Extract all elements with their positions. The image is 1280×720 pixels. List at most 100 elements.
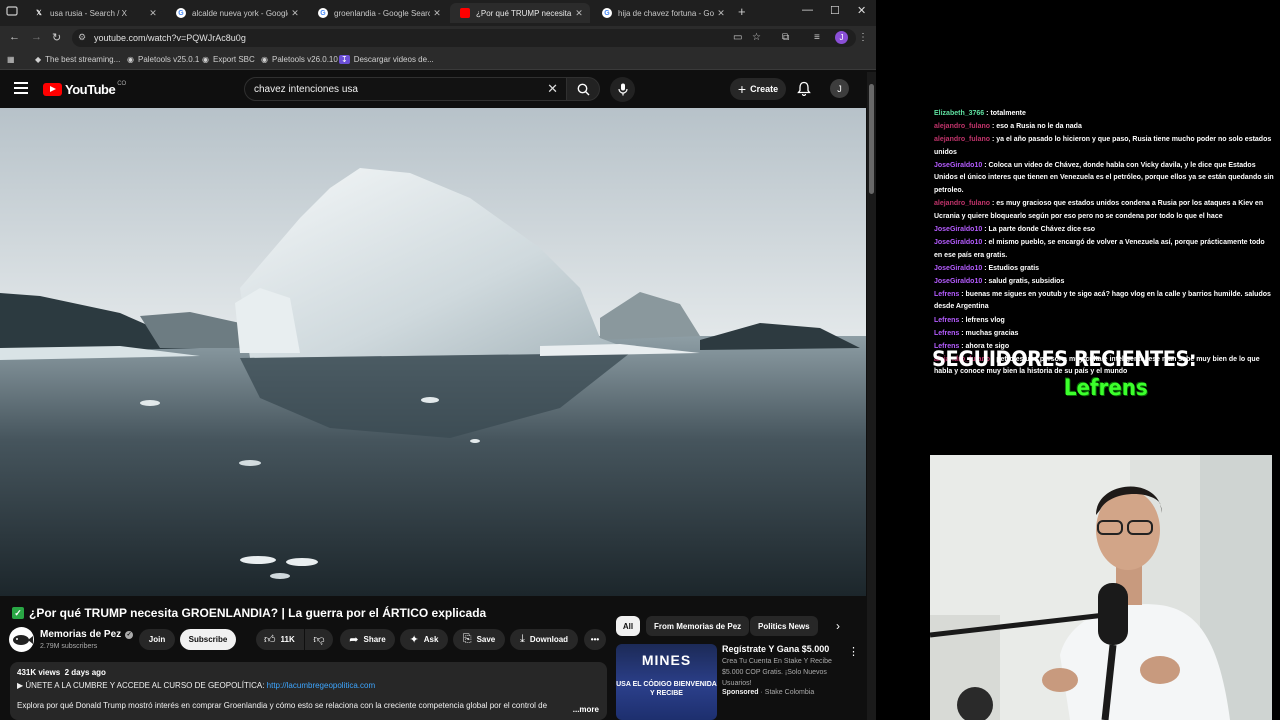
chevron-right-icon[interactable]: › (836, 619, 840, 633)
channel-avatar[interactable] (9, 627, 34, 652)
ad-menu-icon[interactable]: ⋮ (848, 645, 859, 658)
tab-alcalde-nueva-york[interactable]: G alcalde nueva york - Google Se ✕ (166, 3, 306, 23)
tab-usa-rusia[interactable]: 𝕏 usa rusia - Search / X ✕ (24, 3, 164, 23)
channel-name[interactable]: Memorias de Pez ✓ (40, 629, 134, 640)
ad-description: Crea Tu Cuenta En Stake Y Recibe $5.000 … (722, 658, 832, 687)
bookmarks-bar: ▦ ◆ The best streaming... ◉ Paletools v25.… (0, 50, 876, 70)
tab-youtube-video[interactable]: ¿Por qué TRUMP necesita G ✕ (450, 3, 590, 23)
create-button[interactable]: + Create (730, 78, 786, 100)
chip-all[interactable]: All (616, 616, 640, 636)
close-tab-icon[interactable]: ✕ (714, 8, 728, 19)
video-frame-iceberg (0, 108, 866, 596)
close-tab-icon[interactable]: ✕ (146, 8, 160, 19)
ad-sponsor: Sponsored · Stake Colombia (722, 689, 815, 696)
bookmark-streaming[interactable]: ◆ The best streaming... (35, 55, 120, 64)
ad-title[interactable]: Regístrate Y Gana $5.000 (722, 644, 829, 654)
profile-avatar[interactable]: J (835, 31, 848, 44)
chat-message: Elizabeth_3766 : totalmente (934, 108, 1274, 121)
ask-button[interactable]: ✦ Ask (400, 629, 448, 650)
page-scrollbar[interactable] (867, 72, 876, 720)
search-input[interactable]: chavez intenciones usa ✕ (244, 77, 566, 101)
address-toolbar: ← → ↻ ⚙ youtube.com/watch?v=PQWJrAc8u0g … (0, 26, 876, 50)
video-title: ✓ ¿Por qué TRUMP necesita GROENLANDIA? |… (12, 606, 486, 620)
close-tab-icon[interactable]: ✕ (288, 8, 302, 19)
site-info-icon[interactable]: ⚙ (78, 32, 86, 43)
subscribe-button[interactable]: Subscribe (180, 629, 236, 650)
tab-groenlandia[interactable]: G groenlandia - Google Search ✕ (308, 3, 448, 23)
thumbs-down-icon: 👎︎ (313, 634, 325, 646)
chip-politics-news[interactable]: Politics News (750, 616, 818, 636)
cast-icon[interactable]: ▭ (733, 32, 742, 43)
extensions-icon[interactable]: ⧉ (782, 32, 789, 43)
chat-text: Estudios gratis (988, 264, 1040, 272)
chat-username: JoseGiraldo10 (934, 161, 983, 169)
join-button[interactable]: Join (139, 629, 175, 650)
forward-icon[interactable]: → (31, 31, 42, 43)
dislike-button[interactable]: 👎︎ (305, 629, 333, 650)
chat-username: alejandro_fulano (934, 123, 991, 131)
minimize-icon[interactable]: — (802, 4, 813, 16)
more-horizontal-icon: ••• (590, 635, 600, 644)
close-window-icon[interactable]: ✕ (857, 4, 866, 17)
webcam-feed (930, 455, 1272, 720)
chat-username: JoseGiraldo10 (934, 264, 983, 272)
bookmark-export-sbc[interactable]: ◉ Export SBC (202, 55, 255, 64)
close-tab-icon[interactable]: ✕ (572, 8, 586, 19)
new-tab-icon[interactable]: + (738, 4, 746, 19)
download-button[interactable]: ⤓ Download (510, 629, 578, 650)
ad-thumbnail[interactable]: MINES USA EL CÓDIGO BIENVENIDA Y RECIBE (616, 644, 717, 720)
video-description[interactable]: 431K views 2 days ago ▶ ÚNETE A LA CUMBR… (10, 662, 607, 720)
plus-icon: + (737, 81, 747, 97)
clear-search-icon[interactable]: ✕ (547, 81, 558, 97)
description-link[interactable]: http://lacumbregeopolitica.com (267, 681, 376, 690)
streamer-camera-image (930, 455, 1272, 720)
chat-message: JoseGiraldo10 : salud gratis, subsidios (934, 276, 1274, 289)
chat-username: Lefrens (934, 329, 960, 337)
download-app-icon: ↧ (339, 55, 350, 64)
apps-grid-icon[interactable]: ▦ (7, 55, 15, 64)
bookmark-paletools-26[interactable]: ◉ Paletools v26.0.10 (261, 55, 338, 64)
bookmark-paletools-25[interactable]: ◉ Paletools v25.0.1 (127, 55, 199, 64)
download-icon: ⤓ (519, 633, 525, 645)
youtube-icon (460, 8, 470, 18)
video-player[interactable] (0, 108, 866, 596)
fish-logo-icon (13, 635, 33, 645)
save-button[interactable]: ⎘ Save (453, 629, 505, 650)
bookmark-descargar-videos[interactable]: ↧ Descargar videos de... (339, 55, 434, 64)
recent-followers-title: SEGUIDORES RECIENTES: (932, 347, 1197, 371)
search-button[interactable] (566, 77, 600, 101)
back-icon[interactable]: ← (9, 31, 20, 43)
share-button[interactable]: ➦ Share (340, 629, 395, 650)
account-avatar[interactable]: J (830, 79, 849, 98)
reading-list-icon[interactable]: ≡ (814, 32, 820, 43)
tab-search-icon[interactable] (6, 5, 18, 20)
voice-search-button[interactable] (610, 77, 635, 102)
chat-message: alejandro_fulano : eso a Rusia no le da … (934, 121, 1274, 134)
tab-bar: 𝕏 usa rusia - Search / X ✕ G alcalde nue… (0, 0, 876, 26)
globe-icon: ◉ (202, 55, 209, 64)
close-tab-icon[interactable]: ✕ (430, 8, 444, 19)
bookmark-save-icon: ⎘ (462, 633, 472, 645)
browser-window: 𝕏 usa rusia - Search / X ✕ G alcalde nue… (0, 0, 876, 720)
sparkle-icon: ✦ (409, 634, 419, 646)
chat-message: alejandro_fulano : es muy gracioso que e… (934, 198, 1274, 223)
subscriber-count: 2.79M subscribers (40, 643, 98, 650)
chat-message: JoseGiraldo10 : La parte donde Chávez di… (934, 224, 1274, 237)
search-icon (577, 83, 589, 95)
x-icon: 𝕏 (36, 10, 42, 17)
chat-username: JoseGiraldo10 (934, 238, 983, 246)
more-actions-button[interactable]: ••• (584, 629, 606, 650)
bookmark-star-icon[interactable]: ☆ (752, 32, 761, 43)
show-more-button[interactable]: ...more (572, 705, 599, 714)
hamburger-menu-icon[interactable] (14, 82, 28, 97)
chip-from-channel[interactable]: From Memorias de Pez (646, 616, 750, 636)
notifications-bell-icon[interactable] (797, 81, 811, 96)
browser-menu-icon[interactable]: ⋮ (858, 32, 868, 43)
reload-icon[interactable]: ↻ (52, 31, 61, 44)
chat-message: JoseGiraldo10 : el mismo pueblo, se enca… (934, 237, 1274, 262)
tab-hija-de-chavez[interactable]: G hija de chavez fortuna - Google ✕ (592, 3, 732, 23)
youtube-logo[interactable]: YouTube CO (43, 81, 126, 97)
scrollbar-thumb[interactable] (869, 84, 874, 194)
maximize-icon[interactable]: ☐ (830, 4, 840, 17)
like-button[interactable]: 👍︎ 11K (256, 629, 304, 650)
